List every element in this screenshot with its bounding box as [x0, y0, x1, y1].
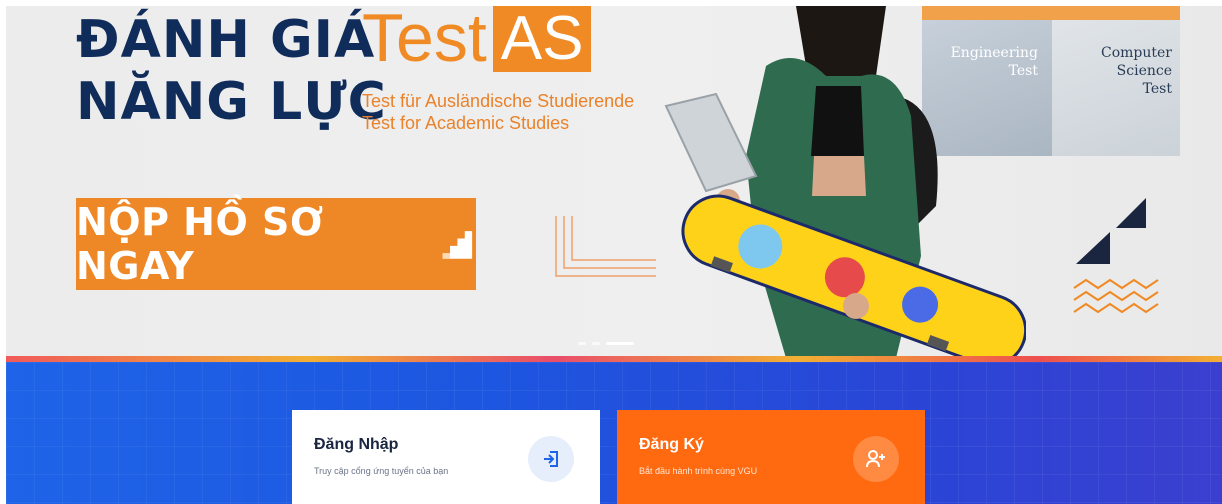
computer-science-test-label: Computer Science Test	[1101, 45, 1172, 97]
register-card-title: Đăng Ký	[639, 436, 704, 453]
hero-title-line2: NĂNG LỰC	[76, 72, 387, 132]
hero-subtitle: Test für Ausländische Studierende Test f…	[362, 90, 634, 134]
hero-banner: ĐÁNH GIÁ NĂNG LỰC Test AS Test für Auslä…	[6, 6, 1222, 358]
student-skateboard-image	[664, 6, 1026, 358]
carousel-indicators	[578, 342, 634, 345]
carousel-dot[interactable]	[592, 342, 600, 345]
decorative-zigzags	[1073, 278, 1159, 314]
login-icon[interactable]	[528, 436, 574, 482]
testas-logo-as: AS	[492, 6, 592, 72]
apply-now-label: NỘP HỒ SƠ NGAY	[76, 200, 324, 288]
login-card[interactable]: Đăng Nhập Truy cập cổng ứng tuyển của bạ…	[292, 410, 600, 504]
testas-logo-test: Test	[362, 6, 487, 76]
apply-now-button[interactable]: NỘP HỒ SƠ NGAY	[76, 198, 476, 290]
login-card-title: Đăng Nhập	[314, 436, 399, 453]
add-user-icon[interactable]	[853, 436, 899, 482]
stairs-icon	[442, 231, 473, 259]
hero-title-line1: ĐÁNH GIÁ	[76, 10, 376, 70]
carousel-dot[interactable]	[578, 342, 586, 345]
register-card-description: Bắt đầu hành trình cùng VGU	[639, 466, 758, 476]
register-card[interactable]: Đăng Ký Bắt đầu hành trình cùng VGU	[617, 410, 925, 504]
carousel-dot-active[interactable]	[606, 342, 634, 345]
hero-title: ĐÁNH GIÁ NĂNG LỰC	[76, 14, 387, 128]
testas-logo: Test AS	[362, 6, 592, 76]
grid-background	[6, 362, 1222, 504]
decorative-triangles	[1076, 198, 1146, 264]
auth-section: Đăng Nhập Truy cập cổng ứng tuyển của bạ…	[6, 362, 1222, 504]
login-card-description: Truy cập cổng ứng tuyển của bạn	[314, 466, 449, 476]
hero-subtitle-de: Test für Ausländische Studierende	[362, 91, 635, 111]
hero-subtitle-en: Test for Academic Studies	[362, 113, 570, 133]
